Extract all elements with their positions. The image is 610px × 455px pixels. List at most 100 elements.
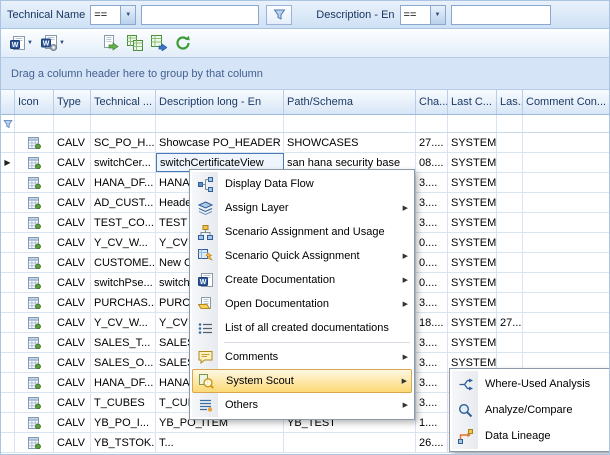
cell-cha[interactable]: 18.... [416,313,448,332]
filter-cell-cha[interactable] [416,115,448,132]
cell-technical[interactable]: HANA_DF... [91,173,156,192]
cell-comment[interactable] [523,273,609,292]
cell-type[interactable]: CALV [54,313,91,332]
technical-name-filter-input[interactable] [141,5,259,25]
cell-cha[interactable]: 0.... [416,233,448,252]
export-document-button[interactable] [99,31,123,55]
cell-last_changed_by[interactable]: SYSTEM [448,293,497,312]
cell-cha[interactable]: 0.... [416,273,448,292]
cell-technical[interactable]: Y_CV_W... [91,313,156,332]
filter-cell-technical[interactable] [91,115,156,132]
column-header-description-long-en[interactable]: Description long - En [156,90,284,114]
column-header-comment-con[interactable]: Comment Con... [523,90,609,114]
cell-last_changed_by[interactable]: SYSTEM [448,233,497,252]
documentation-template-button[interactable]: W▼ [37,31,69,55]
cell-type[interactable]: CALV [54,193,91,212]
cell-technical[interactable]: SC_PO_H... [91,133,156,152]
cell-path[interactable]: SHOWCASES [284,133,416,152]
cell-las[interactable] [497,133,523,152]
cell-comment[interactable] [523,313,609,332]
cell-cha[interactable]: 3.... [416,193,448,212]
cell-type[interactable]: CALV [54,213,91,232]
cell-comment[interactable] [523,293,609,312]
cell-type[interactable]: CALV [54,253,91,272]
cell-cha[interactable]: 3.... [416,173,448,192]
cell-last_changed_by[interactable]: SYSTEM [448,213,497,232]
technical-name-operator-combo[interactable]: == ▼ [90,5,136,25]
cell-type[interactable]: CALV [54,133,91,152]
chevron-down-icon[interactable]: ▼ [59,40,65,46]
cell-las[interactable] [497,153,523,172]
cell-last_changed_by[interactable]: SYSTEM [448,273,497,292]
cell-technical[interactable]: switchPse... [91,273,156,292]
submenu-item-analyze-compare[interactable]: Analyze/Compare [452,397,607,423]
cell-cha[interactable]: 3.... [416,213,448,232]
cell-las[interactable] [497,193,523,212]
cell-last_changed_by[interactable]: SYSTEM [448,193,497,212]
cell-las[interactable] [497,233,523,252]
cell-type[interactable]: CALV [54,393,91,412]
column-header-type[interactable]: Type [54,90,91,114]
cell-type[interactable]: CALV [54,333,91,352]
filter-cell-path-schema[interactable] [284,115,416,132]
filter-cell-icon[interactable] [15,115,54,132]
cell-comment[interactable] [523,233,609,252]
cell-las[interactable] [497,253,523,272]
cell-las[interactable] [497,273,523,292]
cell-type[interactable]: CALV [54,353,91,372]
cell-technical[interactable]: AD_CUST... [91,193,156,212]
filter-cell-last-c[interactable] [448,115,497,132]
cell-las[interactable] [497,173,523,192]
filter-funnel-button[interactable] [266,5,292,25]
chevron-down-icon[interactable]: ▼ [120,6,135,24]
cell-type[interactable]: CALV [54,413,91,432]
cell-type[interactable]: CALV [54,433,91,452]
cell-las[interactable] [497,213,523,232]
cell-last_changed_by[interactable]: SYSTEM [448,253,497,272]
cell-cha[interactable]: 27.... [416,133,448,152]
cell-technical[interactable]: TEST_CO... [91,213,156,232]
cell-last_changed_by[interactable]: SYSTEM [448,133,497,152]
table-row[interactable]: CALVSC_PO_H...Showcase PO_HEADERSHOWCASE… [1,133,609,153]
menu-item-system-scout[interactable]: System Scout▶ [192,369,412,393]
cell-las[interactable] [497,293,523,312]
cell-type[interactable]: CALV [54,153,91,172]
cell-last_changed_by[interactable]: SYSTEM [448,313,497,332]
submenu-item-where-used-analysis[interactable]: Where-Used Analysis [452,371,607,397]
cell-comment[interactable] [523,173,609,192]
cell-technical[interactable]: YB_TSTOK... [91,433,156,452]
cell-comment[interactable] [523,333,609,352]
filter-cell-comment-con[interactable] [523,115,609,132]
menu-item-scenario-assignment-and-usage[interactable]: Scenario Assignment and Usage [192,220,412,244]
cell-technical[interactable]: YB_PO_I... [91,413,156,432]
menu-item-comments[interactable]: Comments▶ [192,345,412,369]
cell-cha[interactable]: 3.... [416,373,448,392]
column-header-last-c[interactable]: Last C... [448,90,497,114]
cell-cha[interactable]: 26.... [416,433,448,452]
cell-last_changed_by[interactable]: SYSTEM [448,333,497,352]
menu-item-scenario-quick-assignment[interactable]: Scenario Quick Assignment▶ [192,244,412,268]
column-header-las[interactable]: Las... [497,90,523,114]
cell-type[interactable]: CALV [54,173,91,192]
menu-item-others[interactable]: Others▶ [192,393,412,417]
cell-technical[interactable]: SALES_T... [91,333,156,352]
cell-cha[interactable]: 3.... [416,393,448,412]
cell-cha[interactable]: 3.... [416,333,448,352]
menu-item-open-documentation[interactable]: Open Documentation▶ [192,292,412,316]
cell-comment[interactable] [523,153,609,172]
column-header-technical[interactable]: Technical ... [91,90,156,114]
filter-cell-type[interactable] [54,115,91,132]
cell-cha[interactable]: 3.... [416,293,448,312]
cell-comment[interactable] [523,213,609,232]
column-header-cha[interactable]: Cha... [416,90,448,114]
cell-technical[interactable]: HANA_DF... [91,373,156,392]
refresh-button[interactable] [171,31,195,55]
cell-comment[interactable] [523,133,609,152]
cell-description[interactable]: T... [156,433,284,452]
menu-item-assign-layer[interactable]: Assign Layer▶ [192,196,412,220]
cell-cha[interactable]: 08.... [416,153,448,172]
cell-technical[interactable]: switchCer... [91,153,156,172]
filter-cell-description-long-en[interactable] [156,115,284,132]
menu-item-create-documentation[interactable]: WCreate Documentation▶ [192,268,412,292]
description-filter-input[interactable] [451,5,551,25]
